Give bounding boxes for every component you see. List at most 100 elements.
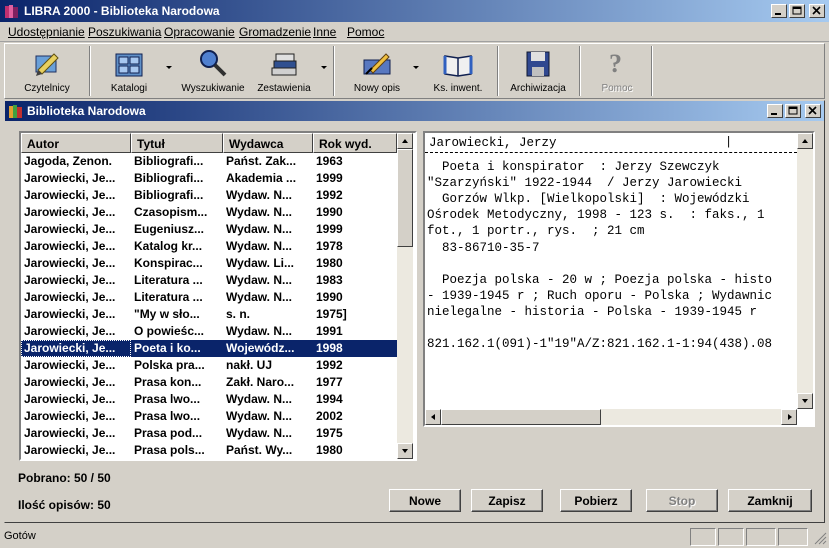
cell-wydawca: Państ. Zak... xyxy=(226,154,297,168)
toolbar: Czytelnicy Katalogi Wyszukiwanie Zestawi… xyxy=(4,43,825,99)
minimize-icon xyxy=(771,113,777,115)
menu-udostepnianie[interactable]: Udostępnianie xyxy=(8,25,85,39)
menu-opracowanie[interactable]: Opracowanie xyxy=(164,25,235,39)
cell-tytul: Poeta i ko... xyxy=(131,340,223,357)
menu-poszukiwania[interactable]: Poszukiwania xyxy=(88,25,161,39)
zamknij-button[interactable]: Zamknij xyxy=(728,489,812,512)
menu-gromadzenie[interactable]: Gromadzenie xyxy=(239,25,311,39)
cell-tytul: Prasa lwo... xyxy=(134,392,201,406)
toolbar-wyszukiwanie-button[interactable]: Wyszukiwanie xyxy=(175,46,251,96)
list-vertical-scrollbar[interactable] xyxy=(397,133,413,459)
child-title: Biblioteka Narodowa xyxy=(27,104,146,118)
close-button[interactable] xyxy=(809,4,825,18)
cell-rok: 1998 xyxy=(313,340,397,357)
scroll-right-button[interactable] xyxy=(781,409,797,425)
detail-line: nielegalne - historia - Polska - 1939-19… xyxy=(427,304,758,319)
cell-wydawca: Wydaw. N... xyxy=(226,205,293,219)
list-row[interactable]: Jarowiecki, Je... Czasopism... Wydaw. N...… xyxy=(21,204,397,221)
magnifier-icon xyxy=(200,50,227,77)
cell-tytul: Prasa lwo... xyxy=(134,409,201,423)
toolbar-separator xyxy=(651,46,653,96)
scroll-up-button[interactable] xyxy=(397,133,413,149)
toolbar-pomoc-button[interactable]: ? Pomoc xyxy=(585,46,649,96)
cell-rok: 1999 xyxy=(316,222,343,236)
nowy-opis-dropdown-arrow[interactable] xyxy=(413,66,419,69)
column-header-wydawca[interactable]: Wydawca xyxy=(223,133,313,153)
list-row[interactable]: Jarowiecki, Je... Prasa kon... Zakł. Naro.… xyxy=(21,374,397,391)
toolbar-nowy-opis-button[interactable]: Nowy opis xyxy=(339,46,415,96)
cell-wydawca: Wydaw. N... xyxy=(226,324,293,338)
list-row[interactable]: Jarowiecki, Je... O powieśc... Wydaw. N...… xyxy=(21,323,397,340)
list-row[interactable]: Jarowiecki, Je... Eugeniusz... Wydaw. N...… xyxy=(21,221,397,238)
scroll-up-button[interactable] xyxy=(797,133,813,149)
list-row[interactable]: Jarowiecki, Je... Prasa lwo... Wydaw. N...… xyxy=(21,408,397,425)
horizontal-scroll-thumb[interactable] xyxy=(441,409,601,425)
scroll-left-button[interactable] xyxy=(425,409,441,425)
nowe-button[interactable]: Nowe xyxy=(389,489,461,512)
cell-wydawca: Wydaw. N... xyxy=(226,188,293,202)
cell-wydawca: Wydaw. N... xyxy=(226,409,293,423)
child-maximize-button[interactable] xyxy=(785,104,801,118)
scroll-thumb[interactable] xyxy=(397,149,413,247)
toolbar-archiwizacja-button[interactable]: Archiwizacja xyxy=(503,46,573,96)
list-row[interactable]: Jarowiecki, Je... Prasa lwo... Wydaw. N...… xyxy=(21,391,397,408)
records-count: Ilość opisów: 50 xyxy=(18,498,111,512)
cell-rok: 1983 xyxy=(316,273,343,287)
stop-button[interactable]: Stop xyxy=(646,489,718,512)
toolbar-zestawienia-button[interactable]: Zestawienia xyxy=(249,46,319,96)
detail-line: Poeta i konspirator : Jerzy Szewczyk xyxy=(427,160,720,174)
toolbar-katalogi-button[interactable]: Katalogi xyxy=(95,46,163,96)
katalogi-dropdown-arrow[interactable] xyxy=(166,66,172,69)
cell-autor: Jarowiecki, Je... xyxy=(24,171,116,185)
scroll-down-button[interactable] xyxy=(397,443,413,459)
status-text: Gotów xyxy=(4,530,36,542)
cell-rok: 1975] xyxy=(316,307,347,321)
maximize-icon xyxy=(792,6,802,15)
child-minimize-button[interactable] xyxy=(767,104,783,118)
cell-autor: Jarowiecki, Je... xyxy=(24,273,116,287)
list-row[interactable]: Jarowiecki, Je... Katalog kr... Wydaw. N..… xyxy=(21,238,397,255)
record-detail-pane[interactable]: Jarowiecki, Jerzy | Poeta i konspirator … xyxy=(423,131,815,427)
cell-rok: 1999 xyxy=(316,171,343,185)
list-row[interactable]: Jarowiecki, Je... "My w sło... s. n. 1975] xyxy=(21,306,397,323)
list-row[interactable]: Jarowiecki, Je... Literatura ... Wydaw. N.… xyxy=(21,272,397,289)
status-panel xyxy=(778,528,808,546)
list-row[interactable]: Jarowiecki, Je... Bibliografi... Wydaw. N.… xyxy=(21,187,397,204)
zestawienia-dropdown-arrow[interactable] xyxy=(321,66,327,69)
list-row[interactable]: Jarowiecki, Je... Bibliografi... Akademia … xyxy=(21,170,397,187)
column-header-autor[interactable]: Autor xyxy=(21,133,131,153)
cell-wydawca: Wydaw. Li... xyxy=(226,256,295,270)
menu-inne[interactable]: Inne xyxy=(313,25,336,39)
detail-horizontal-scrollbar[interactable] xyxy=(425,409,797,425)
zapisz-button[interactable]: Zapisz xyxy=(471,489,543,512)
list-row[interactable]: Jarowiecki, Je... Prasa pols... Państ. Wy.… xyxy=(21,442,397,459)
list-row[interactable]: Jarowiecki, Je... Literatura ... Wydaw. N.… xyxy=(21,289,397,306)
menu-pomoc[interactable]: Pomoc xyxy=(347,25,384,39)
detail-line: 83-86710-35-7 xyxy=(427,240,540,255)
pobierz-button[interactable]: Pobierz xyxy=(560,489,632,512)
list-row[interactable]: Jagoda, Zenon. Bibliografi... Państ. Zak..… xyxy=(21,153,397,170)
cell-rok: 1980 xyxy=(316,443,343,457)
list-row[interactable]: Jarowiecki, Je... Poeta i ko... Wojewódz..… xyxy=(21,340,397,357)
minimize-icon xyxy=(775,13,781,15)
resize-grip-icon[interactable] xyxy=(814,532,827,545)
column-header-tytul[interactable]: Tytuł xyxy=(131,133,223,153)
close-icon xyxy=(808,106,817,115)
list-row[interactable]: Jarowiecki, Je... Polska pra... nakł. UJ 19… xyxy=(21,357,397,374)
cell-wydawca: nakł. UJ xyxy=(226,358,273,372)
list-row[interactable]: Jarowiecki, Je... Prasa pod... Wydaw. N...… xyxy=(21,425,397,442)
toolbar-separator xyxy=(89,46,91,96)
results-list[interactable]: Autor Tytuł Wydawca Rok wyd. Jagoda, Zen… xyxy=(19,131,417,461)
scroll-down-button[interactable] xyxy=(797,393,813,409)
maximize-button[interactable] xyxy=(789,4,805,18)
cell-wydawca: Wydaw. N... xyxy=(226,273,293,287)
child-close-button[interactable] xyxy=(805,104,821,118)
column-header-rok-wyd[interactable]: Rok wyd. xyxy=(313,133,397,153)
minimize-button[interactable] xyxy=(771,4,787,18)
toolbar-czytelnicy-button[interactable]: Czytelnicy xyxy=(9,46,85,96)
toolbar-ks-inwent-button[interactable]: Ks. inwent. xyxy=(425,46,491,96)
cell-autor: Jarowiecki, Je... xyxy=(24,222,116,236)
detail-vertical-scrollbar[interactable] xyxy=(797,133,813,409)
list-row[interactable]: Jarowiecki, Je... Konspirac... Wydaw. Li..… xyxy=(21,255,397,272)
list-rows: Jagoda, Zenon. Bibliografi... Państ. Zak..… xyxy=(21,153,397,459)
